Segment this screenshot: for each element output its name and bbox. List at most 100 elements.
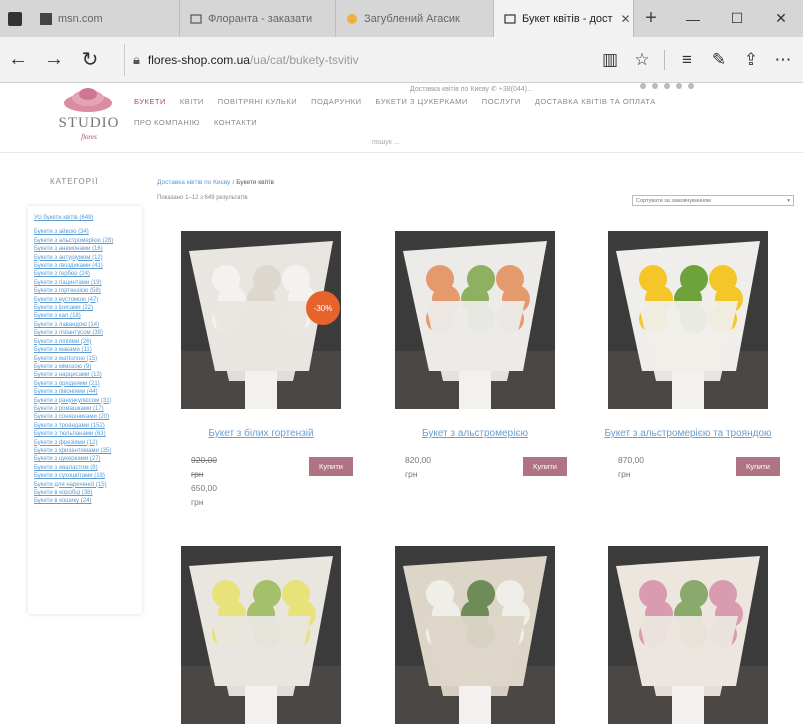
category-link[interactable]: Букети з ромашками (17)	[34, 405, 136, 413]
logo-flower-icon	[64, 88, 112, 112]
web-note-icon[interactable]: ✎	[703, 50, 735, 70]
category-link[interactable]: Букети з гортензією (58)	[34, 287, 136, 295]
category-link[interactable]: Букети з айвою (34)	[34, 228, 136, 236]
minimize-icon[interactable]: —	[671, 0, 715, 37]
category-link[interactable]: Букети з гербер (24)	[34, 270, 136, 278]
category-link[interactable]: Букети з мімозою (9)	[34, 363, 136, 371]
product-name[interactable]: Букет з альстромерією та трояндою	[598, 427, 778, 440]
category-link[interactable]: Букети з нарцисами (13)	[34, 371, 136, 379]
category-link[interactable]: Букети з матіолою (15)	[34, 355, 136, 363]
categories-sidebar: Усі букети квітів (649) Букети з айвою (…	[28, 206, 142, 614]
category-link[interactable]: Букети з лізіантусом (39)	[34, 329, 136, 337]
category-link[interactable]: Букети з ліліями (26)	[34, 338, 136, 346]
telegram-icon[interactable]	[676, 83, 682, 89]
instagram-icon[interactable]	[652, 83, 658, 89]
refresh-icon[interactable]: ↻	[72, 47, 108, 72]
menu-item-bouquets[interactable]: БУКЕТИ	[134, 97, 166, 106]
category-link[interactable]: Букети з альстромерією (28)	[34, 237, 136, 245]
logo-text: STUDIO	[58, 115, 120, 131]
breadcrumb-home[interactable]: Доставка квітів по Києву	[157, 179, 230, 186]
breadcrumb-separator: /	[232, 179, 235, 186]
current-price: 650,00 грн	[191, 483, 217, 507]
address-toolbar: ← → ↻ 🔒︎ flores-shop.com.ua /ua/cat/buke…	[0, 37, 803, 83]
product-image[interactable]	[181, 546, 341, 724]
category-link[interactable]: Букети з трояндами (152)	[34, 422, 136, 430]
category-link[interactable]: Букети в кошику (24)	[34, 497, 136, 505]
buy-button[interactable]: Купити	[736, 457, 780, 476]
share-icon[interactable]: ⇪	[735, 50, 767, 70]
tab-florista[interactable]: Флоранта - заказати	[180, 0, 336, 37]
top-contact: Доставка квітів по Києву ✆ +38(044)...	[410, 86, 533, 93]
category-link[interactable]: Букети з анемонами (16)	[34, 245, 136, 253]
buy-button[interactable]: Купити	[309, 457, 353, 476]
product-price: 920,00 грн 650,00 грн	[191, 453, 217, 509]
tab-label: Флоранта - заказати	[208, 12, 313, 25]
category-link[interactable]: Букети з фрезіями (12)	[34, 439, 136, 447]
search-hint[interactable]: пошук ...	[372, 139, 400, 146]
buy-button[interactable]: Купити	[523, 457, 567, 476]
menu-item-candy-bouquets[interactable]: БУКЕТИ З ЦУКЕРКАМИ	[376, 97, 468, 106]
close-tab-icon[interactable]: ✕	[621, 12, 631, 26]
msn-icon	[40, 12, 52, 25]
category-link[interactable]: Букети з півоніями (44)	[34, 388, 136, 396]
url-host: flores-shop.com.ua	[147, 52, 250, 67]
page-icon	[504, 13, 516, 24]
category-link[interactable]: Букети з тюльпанами (63)	[34, 430, 136, 438]
menu-item-balloons[interactable]: ПОВІТРЯНІ КУЛЬКИ	[218, 97, 297, 106]
browser-tab-bar: msn.com Флоранта - заказати Загублений А…	[0, 0, 803, 37]
menu-item-about[interactable]: ПРО КОМПАНІЮ	[134, 118, 200, 127]
menu-item-gifts[interactable]: ПОДАРУНКИ	[311, 97, 361, 106]
tab-label: Загублений Агасик	[364, 12, 460, 25]
category-link[interactable]: Букети з еваластом (8)	[34, 464, 136, 472]
viber-icon[interactable]	[664, 83, 670, 89]
category-link[interactable]: Букети з ранункулюсом (31)	[34, 397, 136, 405]
menu-item-flowers[interactable]: КВІТИ	[180, 97, 204, 106]
favorite-star-icon[interactable]: ☆	[626, 50, 658, 70]
product-name[interactable]: Букет з альстромерією	[385, 427, 565, 440]
address-field[interactable]: 🔒︎ flores-shop.com.ua /ua/cat/bukety-tsv…	[124, 43, 514, 76]
cart-icon[interactable]	[688, 83, 694, 89]
tab-label: msn.com	[58, 12, 103, 25]
tab-msn[interactable]: msn.com	[30, 0, 180, 37]
category-link[interactable]: Букети з ірисами (22)	[34, 304, 136, 312]
category-link[interactable]: Букети з антуріумом (12)	[34, 254, 136, 262]
category-link[interactable]: Букети з гвоздиками (41)	[34, 262, 136, 270]
sort-select[interactable]: Сортувати за замовчуванням ▾	[632, 195, 794, 206]
studio-logo[interactable]: STUDIO flores	[52, 87, 126, 147]
category-link[interactable]: Букети з хризантемами (35)	[34, 447, 136, 455]
category-link[interactable]: Букети для нареченої (15)	[34, 481, 136, 489]
category-link[interactable]: Букети з цукерками (27)	[34, 455, 136, 463]
menu-item-contacts[interactable]: КОНТАКТИ	[214, 118, 257, 127]
category-all[interactable]: Усі букети квітів (649)	[34, 214, 136, 222]
category-link[interactable]: Букети з лавандою (14)	[34, 321, 136, 329]
hub-icon[interactable]: ≡	[671, 50, 703, 70]
category-link[interactable]: Букети з орхідеями (21)	[34, 380, 136, 388]
product-image[interactable]	[395, 231, 555, 409]
product-name[interactable]: Букет з білих гортензій	[171, 427, 351, 440]
category-link[interactable]: Букети з сухоцвітами (19)	[34, 472, 136, 480]
tab-bouquet-active[interactable]: Букет квітів - дост ✕	[494, 0, 634, 37]
category-link[interactable]: Букети з маками (11)	[34, 346, 136, 354]
menu-item-delivery[interactable]: ДОСТАВКА КВІТІВ ТА ОПЛАТА	[535, 97, 656, 106]
current-price: 820,00 грн	[405, 455, 431, 479]
menu-item-services[interactable]: ПОСЛУГИ	[482, 97, 521, 106]
forward-icon[interactable]: →	[36, 48, 72, 71]
product-image[interactable]	[608, 231, 768, 409]
reading-view-icon[interactable]: ▥	[594, 50, 626, 70]
tab-actions-icon[interactable]	[0, 0, 30, 37]
category-link[interactable]: Букети з еустомою (47)	[34, 296, 136, 304]
category-link[interactable]: Букети з кал (18)	[34, 312, 136, 320]
facebook-icon[interactable]	[640, 83, 646, 89]
category-link[interactable]: Букети з гіацинтами (19)	[34, 279, 136, 287]
category-link[interactable]: Букети з соняшниками (20)	[34, 413, 136, 421]
close-window-icon[interactable]: ✕	[759, 0, 803, 37]
new-tab-button[interactable]: +	[634, 0, 668, 37]
tab-game[interactable]: Загублений Агасик	[336, 0, 494, 37]
category-list: Букети з айвою (34) Букети з альстромеріє…	[34, 228, 136, 505]
category-link[interactable]: Букети в коробці (38)	[34, 489, 136, 497]
product-image[interactable]	[395, 546, 555, 724]
product-image[interactable]	[608, 546, 768, 724]
more-icon[interactable]: ⋯	[767, 50, 799, 70]
maximize-icon[interactable]: ☐	[715, 0, 759, 37]
back-icon[interactable]: ←	[0, 48, 36, 71]
